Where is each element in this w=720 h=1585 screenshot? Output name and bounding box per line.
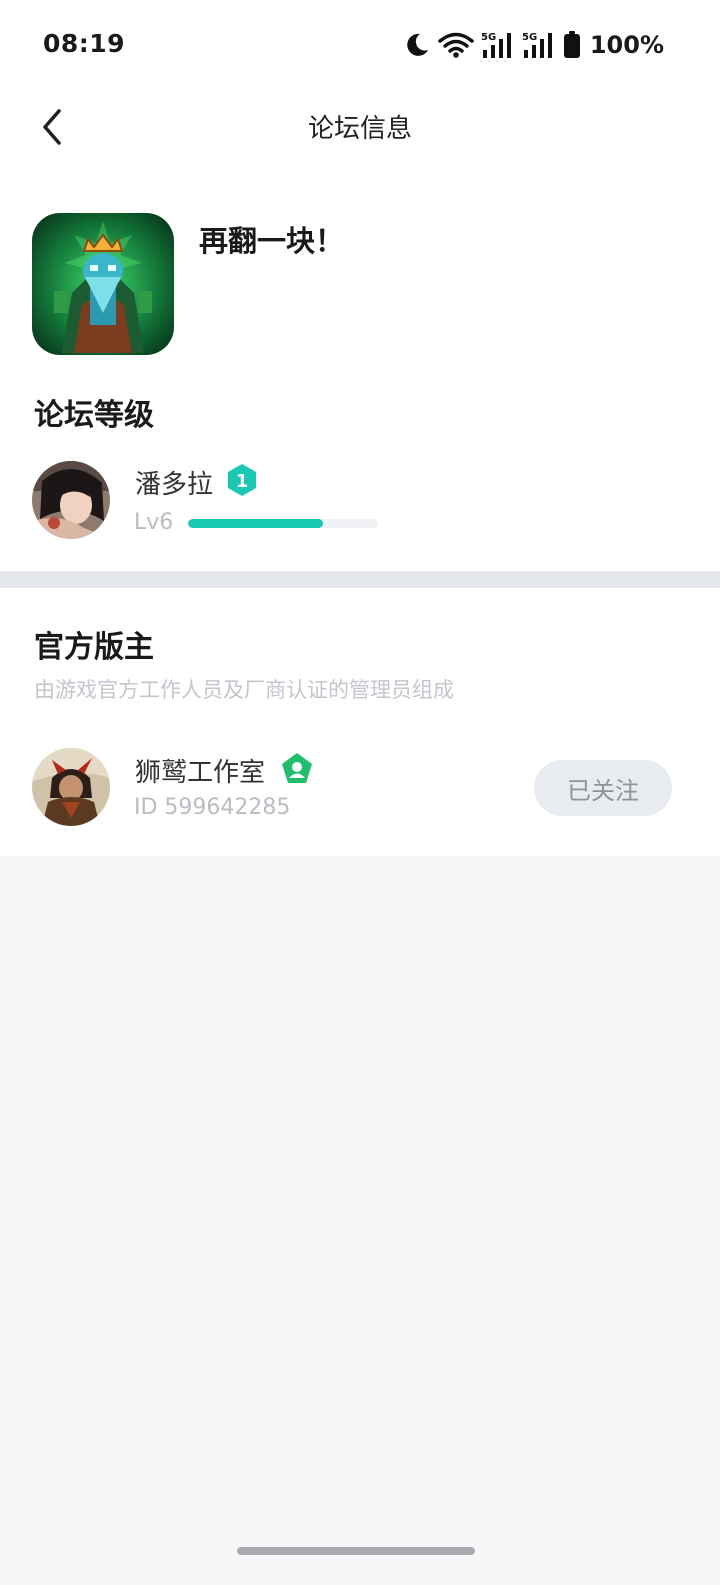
moderator-section-subtitle: 由游戏官方工作人员及厂商认证的管理员组成	[34, 678, 454, 702]
moderator-section-title: 官方版主	[34, 630, 154, 665]
user-level-badge: 1	[226, 463, 258, 501]
battery-percent: 100%	[589, 31, 664, 59]
signal-5g-label: 5G	[481, 32, 496, 43]
battery-icon	[563, 31, 580, 58]
moderator-name: 狮鹫工作室	[135, 758, 266, 788]
level-progress-bar	[188, 519, 378, 528]
user-badge-number: 1	[236, 471, 249, 492]
level-progress-fill	[188, 519, 323, 528]
signal-5g-icon: 5G	[522, 32, 552, 58]
follow-button[interactable]: 已关注	[534, 760, 672, 816]
section-divider	[0, 571, 720, 588]
user-name: 潘多拉	[135, 470, 214, 500]
forum-game-icon	[32, 213, 174, 355]
user-avatar[interactable]	[32, 461, 110, 539]
status-bar: 08:19 5G 5G 100%	[0, 0, 720, 90]
level-section-title: 论坛等级	[34, 398, 154, 433]
status-icons: 5G 5G 100%	[403, 28, 664, 62]
signal-5g-icon: 5G	[481, 32, 511, 58]
signal-5g-label: 5G	[522, 32, 537, 43]
user-level-label: Lv6	[134, 510, 174, 535]
status-time: 08:19	[43, 29, 126, 58]
moderator-badge	[280, 752, 314, 790]
home-indicator[interactable]	[237, 1547, 475, 1555]
wifi-icon	[438, 32, 474, 58]
moon-icon	[407, 33, 428, 56]
forum-name: 再翻一块！	[199, 224, 345, 258]
moderator-avatar[interactable]	[32, 748, 110, 826]
page-title: 论坛信息	[307, 114, 412, 144]
moderator-id: ID 599642285	[134, 795, 291, 820]
